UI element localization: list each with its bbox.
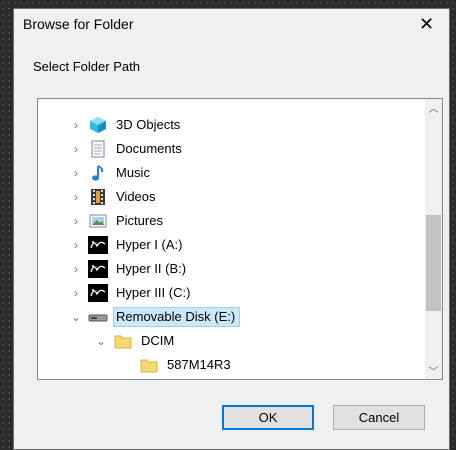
chevron-down-icon[interactable]: ⌄ — [93, 329, 109, 353]
tree-item-documents[interactable]: › Documents — [68, 137, 187, 161]
tree-item-label: Music — [116, 165, 150, 180]
chevron-right-icon[interactable]: › — [68, 185, 84, 209]
tree-item-label: Documents — [116, 141, 182, 156]
tree-item-label: Hyper III (C:) — [116, 285, 191, 300]
chevron-down-icon[interactable]: ⌄ — [68, 305, 84, 329]
chevron-up-icon: ︿ — [428, 104, 439, 115]
browse-folder-dialog: Browse for Folder ✕ Select Folder Path ›… — [13, 8, 450, 450]
tree-item-music[interactable]: › Music — [68, 161, 155, 185]
tree-item-removable-disk[interactable]: ⌄ Removable Disk (E:) — [68, 305, 241, 329]
drive-icon — [88, 283, 108, 303]
tree-item-hyper-i[interactable]: › Hyper I (A:) — [68, 233, 187, 257]
removable-disk-icon — [88, 307, 108, 327]
chevron-right-icon[interactable]: › — [68, 137, 84, 161]
title-bar[interactable]: Browse for Folder ✕ — [14, 9, 449, 39]
chevron-right-icon[interactable]: › — [68, 257, 84, 281]
tree-item-videos[interactable]: › Videos — [68, 185, 161, 209]
chevron-down-icon: ﹀ — [428, 367, 439, 378]
vertical-scrollbar[interactable]: ︿ ﹀ — [425, 99, 442, 379]
3d-objects-icon — [88, 115, 108, 135]
tree-item-hyper-ii[interactable]: › Hyper II (B:) — [68, 257, 191, 281]
tree-item-label: Hyper II (B:) — [116, 261, 187, 276]
chevron-right-icon[interactable]: › — [68, 113, 84, 137]
scrollbar-thumb[interactable] — [426, 215, 441, 311]
prompt-label: Select Folder Path — [33, 59, 140, 74]
tree-item-label: Videos — [116, 189, 156, 204]
dialog-title: Browse for Folder — [23, 16, 134, 32]
cancel-button[interactable]: Cancel — [333, 405, 425, 430]
tree-item-label: 3D Objects — [116, 117, 181, 132]
videos-icon — [88, 187, 108, 207]
tree-item-pictures[interactable]: › Pictures — [68, 209, 168, 233]
pictures-icon — [88, 211, 108, 231]
tree-item-hyper-iii[interactable]: › Hyper III (C:) — [68, 281, 195, 305]
music-icon — [88, 163, 108, 183]
chevron-right-icon[interactable]: › — [68, 233, 84, 257]
tree-item-587m14r3[interactable]: 587M14R3 — [119, 353, 236, 377]
tree-item-label: 587M14R3 — [167, 357, 231, 372]
tree-item-label: Removable Disk (E:) — [113, 307, 241, 327]
close-button[interactable]: ✕ — [404, 9, 449, 39]
chevron-right-icon[interactable]: › — [68, 209, 84, 233]
scroll-up-button[interactable]: ︿ — [425, 99, 442, 116]
documents-icon — [88, 139, 108, 159]
drive-icon — [88, 259, 108, 279]
expander-placeholder — [119, 353, 135, 377]
tree-item-label: DCIM — [141, 333, 175, 348]
tree-item-label: Hyper I (A:) — [116, 237, 183, 252]
folder-icon — [139, 355, 159, 375]
folder-tree[interactable]: › 3D Objects › Documents › Music › Video… — [37, 98, 443, 380]
tree-item-label: Pictures — [116, 213, 163, 228]
drive-icon — [88, 235, 108, 255]
chevron-right-icon[interactable]: › — [68, 281, 84, 305]
chevron-right-icon[interactable]: › — [68, 161, 84, 185]
folder-icon — [113, 331, 133, 351]
scroll-down-button[interactable]: ﹀ — [425, 362, 442, 379]
tree-item-3d-objects[interactable]: › 3D Objects — [68, 113, 185, 137]
ok-button[interactable]: OK — [222, 405, 314, 430]
tree-item-dcim[interactable]: ⌄ DCIM — [93, 329, 179, 353]
close-icon: ✕ — [418, 13, 435, 34]
